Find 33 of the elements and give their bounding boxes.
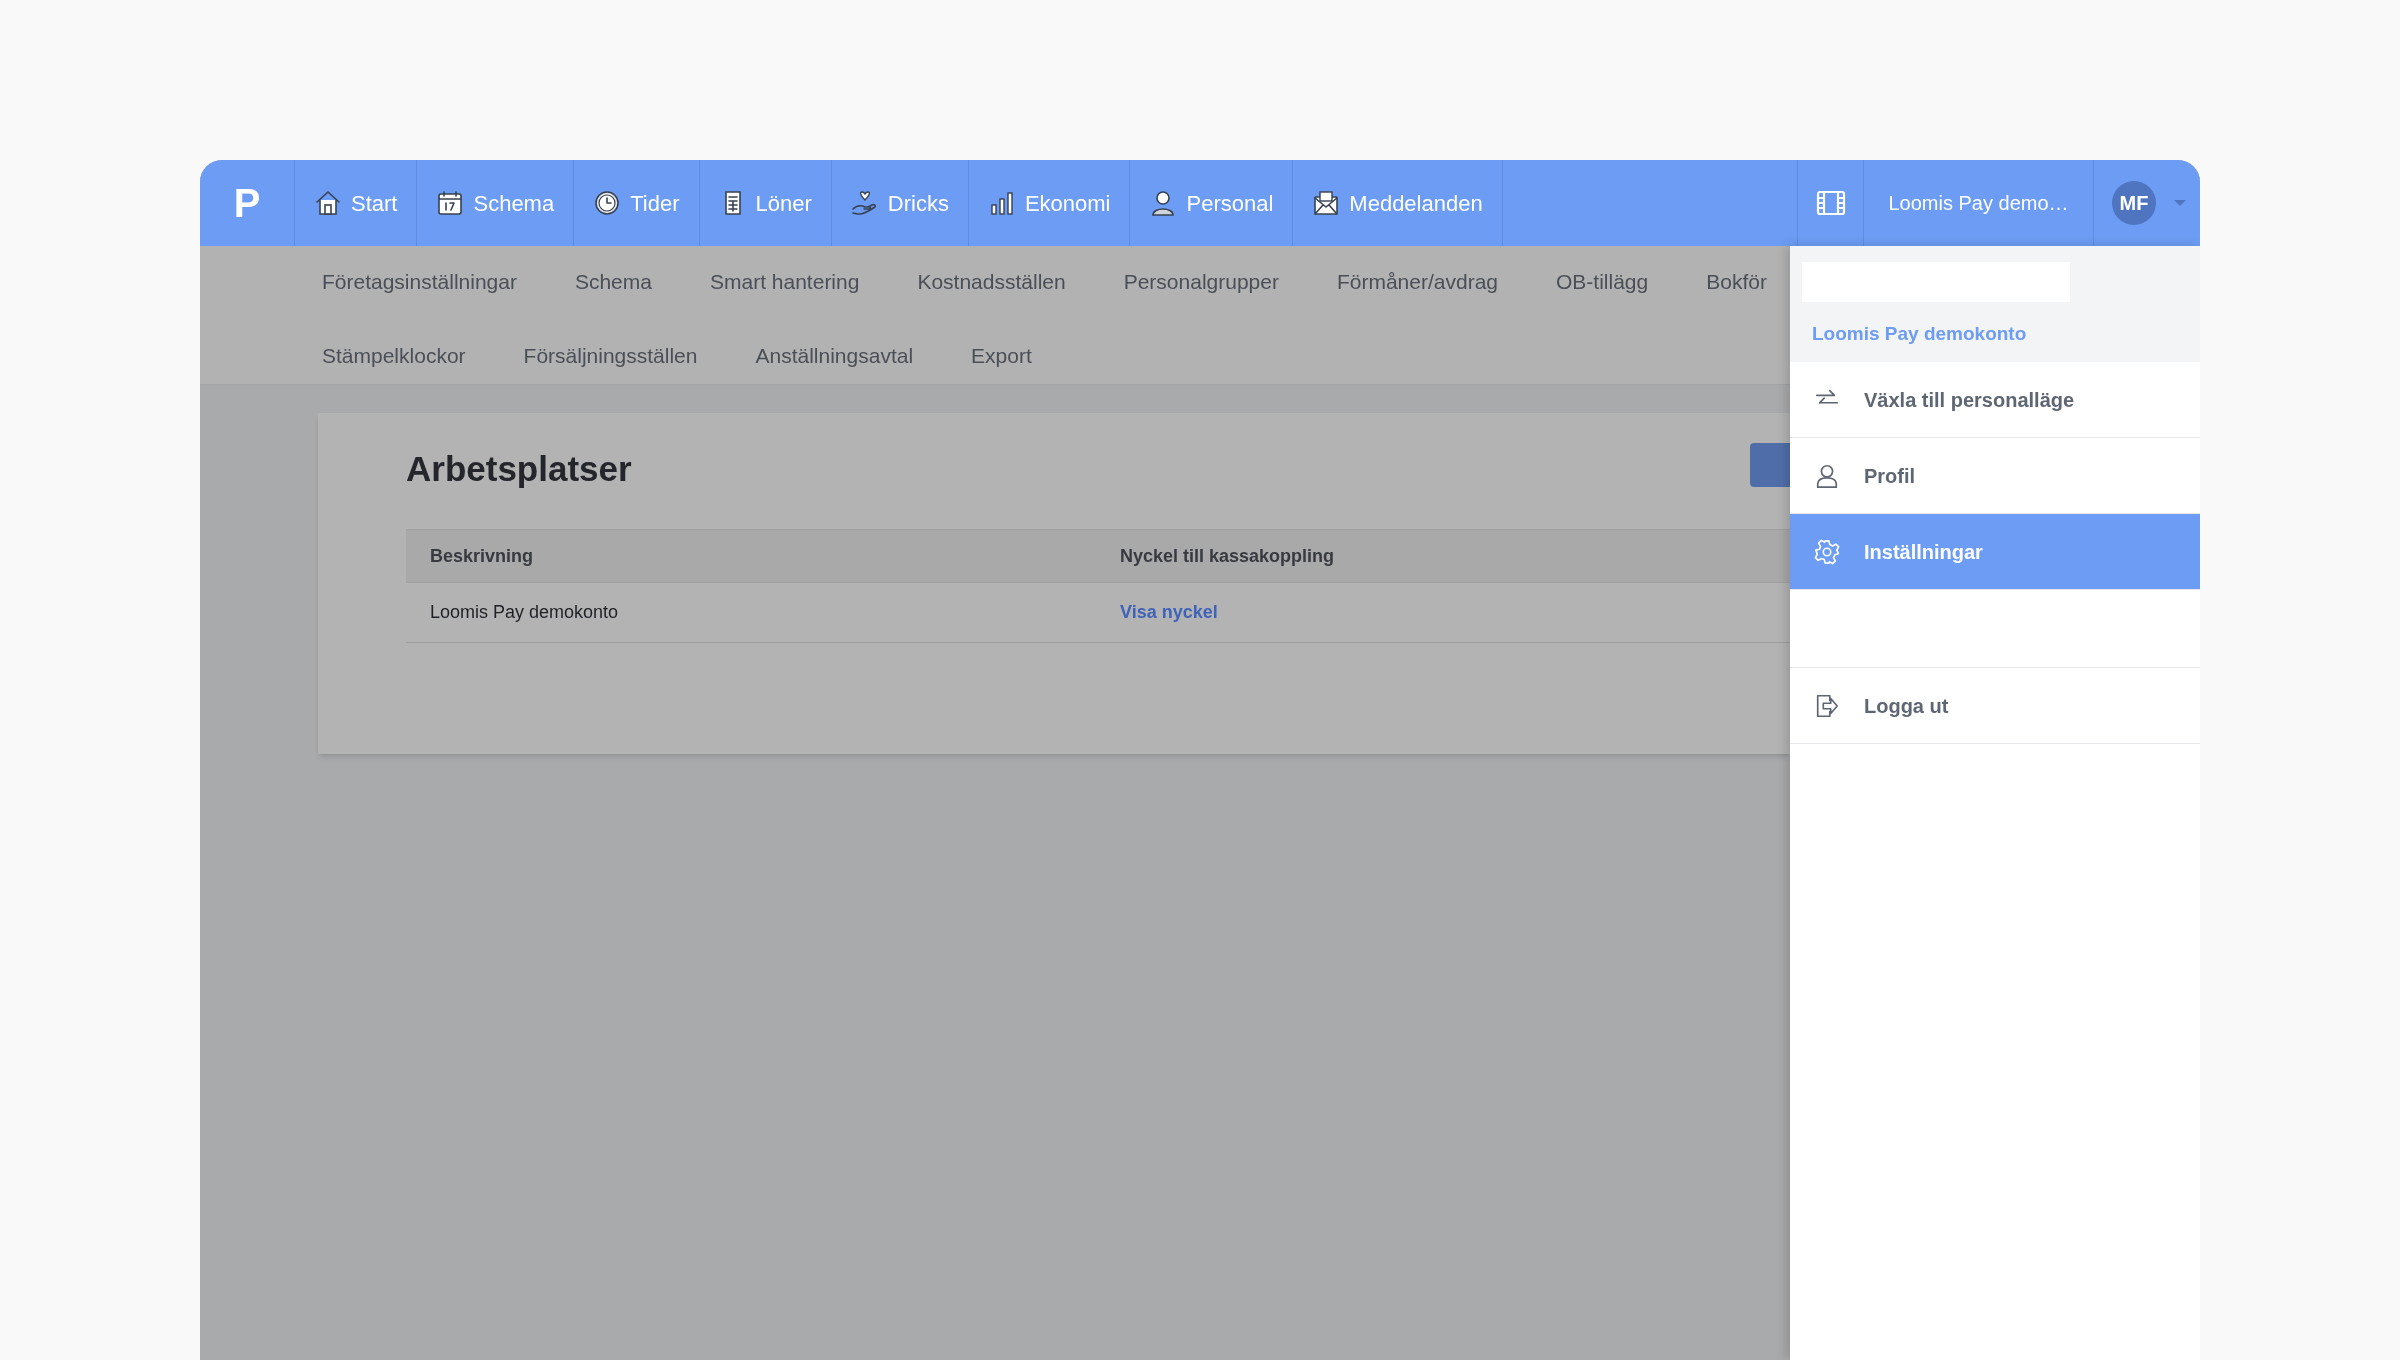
menu-item[interactable]: Växla till personalläge <box>1790 362 2200 438</box>
menu-item[interactable]: Logga ut <box>1790 668 2200 744</box>
user-icon <box>1814 462 1840 489</box>
settings-tab[interactable]: Personalgrupper <box>1123 266 1279 298</box>
settings-tab[interactable]: Försäljningsställen <box>523 339 698 371</box>
menu-item[interactable]: Inställningar <box>1790 514 2200 590</box>
hand-heart-icon <box>850 189 879 217</box>
page-title: Arbetsplatser <box>406 448 632 490</box>
settings-icon <box>1814 538 1840 565</box>
settings-tab[interactable]: Schema <box>574 266 652 298</box>
settings-tab[interactable]: Kostnadsställen <box>917 266 1066 298</box>
settings-tab[interactable]: Företagsinställningar <box>322 266 517 298</box>
settings-tab[interactable]: Bokför <box>1706 266 1767 298</box>
settings-tab[interactable]: Export <box>971 339 1032 371</box>
primary-button[interactable] <box>1750 443 1790 487</box>
caret-icon[interactable] <box>2174 200 2186 206</box>
logout-icon <box>1814 692 1840 719</box>
avatar[interactable]: MF <box>2112 181 2156 225</box>
settings-tab[interactable]: Smart hantering <box>710 266 860 298</box>
settings-tab[interactable]: Stämpelklockor <box>322 339 466 371</box>
film-icon[interactable] <box>1815 190 1846 216</box>
menu-item[interactable]: Profil <box>1790 438 2200 514</box>
settings-tab[interactable]: Anställningsavtal <box>755 339 914 371</box>
column-header: Beskrivning <box>429 544 535 568</box>
clock-icon <box>593 189 622 217</box>
column-header: Nyckel till kassakoppling <box>1120 544 1336 568</box>
show-key-link[interactable]: Visa nyckel <box>1120 602 1218 622</box>
calendar-icon <box>436 189 465 217</box>
settings-tab[interactable]: Förmåner/avdrag <box>1336 266 1498 298</box>
settings-tab[interactable]: OB-tillägg <box>1556 266 1649 298</box>
table-cell-text: Loomis Pay demokonto <box>429 601 620 624</box>
house-icon <box>314 189 342 217</box>
envelope-icon <box>1312 189 1341 217</box>
